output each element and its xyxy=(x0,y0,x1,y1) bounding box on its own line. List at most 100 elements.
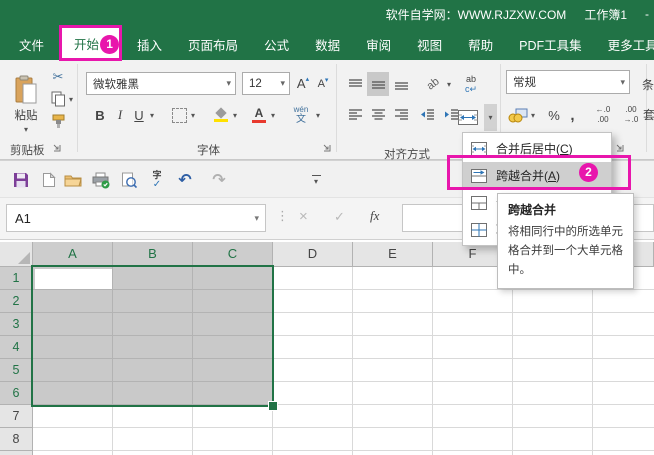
row-header-7[interactable]: 7 xyxy=(0,405,33,428)
shrink-font-icon: A xyxy=(317,77,325,90)
row-header-4[interactable]: 4 xyxy=(0,336,33,359)
number-format-arrow: ▾ xyxy=(620,76,625,87)
copy-button[interactable] xyxy=(48,90,68,108)
column-header-E[interactable]: E xyxy=(353,242,433,267)
undo-icon: ↶ xyxy=(178,172,192,189)
paste-dropdown-arrow[interactable]: ▾ xyxy=(24,125,28,134)
tab-help[interactable]: 帮助 xyxy=(455,28,506,60)
underline-button[interactable]: U xyxy=(130,102,148,128)
number-dialog-launcher-icon[interactable] xyxy=(615,143,624,152)
paste-button[interactable]: 粘贴 ▾ xyxy=(6,66,46,142)
shrink-mark: ▾ xyxy=(324,77,329,84)
font-color-dropdown-arrow[interactable]: ▾ xyxy=(271,111,275,120)
align-center-icon xyxy=(371,108,386,121)
font-name-combo[interactable]: 微软雅黑 ▾ xyxy=(86,72,236,95)
insert-function-icon[interactable]: fx xyxy=(370,208,379,224)
format-painter-button[interactable] xyxy=(48,112,68,130)
name-box-arrow[interactable]: ▾ xyxy=(254,213,259,224)
column-header-C[interactable]: C xyxy=(193,242,273,267)
open-folder-icon xyxy=(64,173,82,187)
align-right-button[interactable] xyxy=(390,102,412,126)
spelling-check-button[interactable]: 字 ✓ xyxy=(144,168,170,192)
wrap-text-button[interactable]: ab c↵ xyxy=(455,70,487,98)
tab-review[interactable]: 审阅 xyxy=(353,28,404,60)
align-left-button[interactable] xyxy=(344,102,366,126)
column-header-B[interactable]: B xyxy=(113,242,193,267)
decrease-decimal-button[interactable]: .00 →.0 xyxy=(618,102,644,128)
number-format-combo[interactable]: 常规 ▾ xyxy=(506,70,630,94)
tab-file[interactable]: 文件 xyxy=(6,28,57,60)
open-folder-button[interactable] xyxy=(62,168,84,192)
align-middle-button[interactable] xyxy=(367,72,389,96)
borders-button[interactable] xyxy=(168,102,190,128)
save-button[interactable] xyxy=(10,168,32,192)
orientation-button[interactable]: ab xyxy=(420,72,446,96)
font-color-button[interactable]: A xyxy=(248,102,270,128)
bold-button[interactable]: B xyxy=(90,102,110,128)
merge-center-button[interactable] xyxy=(453,104,483,131)
font-dialog-launcher-icon[interactable] xyxy=(322,143,331,152)
borders-dropdown-arrow[interactable]: ▾ xyxy=(191,111,195,120)
column-header-D[interactable]: D xyxy=(273,242,353,267)
printer-icon xyxy=(92,172,110,189)
fill-color-dropdown-arrow[interactable]: ▾ xyxy=(233,111,237,120)
tab-data[interactable]: 数据 xyxy=(302,28,353,60)
align-center-button[interactable] xyxy=(367,102,389,126)
shrink-font-button[interactable]: A ▾ xyxy=(314,72,332,95)
phonetic-dropdown-arrow[interactable]: ▾ xyxy=(316,111,320,120)
new-document-button[interactable] xyxy=(38,168,60,192)
print-preview-button[interactable] xyxy=(118,168,140,192)
select-all-corner[interactable] xyxy=(0,242,33,267)
paste-clipboard-icon xyxy=(13,75,39,105)
name-box[interactable]: A1 ▾ xyxy=(6,204,266,232)
enter-entry-icon[interactable]: ✓ xyxy=(334,209,345,225)
row-header-8[interactable]: 8 xyxy=(0,428,33,451)
tab-more-tools[interactable]: 更多工具 xyxy=(595,28,654,60)
formula-bar-grip-icon[interactable]: ⋮ xyxy=(276,208,289,224)
redo-button[interactable]: ↷ xyxy=(208,168,230,192)
grow-font-button[interactable]: A ▴ xyxy=(294,72,312,95)
tab-view[interactable]: 视图 xyxy=(404,28,455,60)
align-top-icon xyxy=(348,78,363,91)
merge-center-dropdown-arrow[interactable]: ▾ xyxy=(484,104,497,131)
decrease-indent-button[interactable] xyxy=(416,102,438,126)
tab-formulas[interactable]: 公式 xyxy=(251,28,302,60)
font-size-value: 12 xyxy=(249,77,262,90)
accounting-format-button[interactable] xyxy=(506,102,530,128)
selection-border xyxy=(31,265,274,407)
tab-page-layout[interactable]: 页面布局 xyxy=(175,28,251,60)
column-header-A[interactable]: A xyxy=(33,242,113,267)
clipboard-dialog-launcher-icon[interactable] xyxy=(52,143,61,152)
align-top-button[interactable] xyxy=(344,72,366,96)
phonetic-guide-button[interactable]: wén 文 xyxy=(288,102,314,128)
tab-insert[interactable]: 插入 xyxy=(124,28,175,60)
conditional-formatting-fragment[interactable]: 条 xyxy=(642,76,654,93)
row-header-3[interactable]: 3 xyxy=(0,313,33,336)
cancel-entry-icon[interactable]: × xyxy=(299,208,308,225)
italic-button[interactable]: I xyxy=(112,102,128,128)
tab-pdf-tools[interactable]: PDF工具集 xyxy=(506,28,595,60)
fill-color-button[interactable] xyxy=(210,102,232,128)
customize-qat-button[interactable]: ▾ xyxy=(308,168,324,192)
accounting-dropdown-arrow[interactable]: ▾ xyxy=(531,111,535,120)
row-header-9[interactable]: 9 xyxy=(0,451,33,455)
align-right-icon xyxy=(394,108,409,121)
orientation-dropdown-arrow[interactable]: ▾ xyxy=(447,80,451,89)
tab-home[interactable]: 开始 1 xyxy=(59,25,123,61)
comma-style-button[interactable]: , xyxy=(566,102,579,128)
row-header-1[interactable]: 1 xyxy=(0,267,33,290)
quick-print-button[interactable] xyxy=(90,168,112,192)
underline-dropdown-arrow[interactable]: ▾ xyxy=(150,111,154,120)
font-size-combo[interactable]: 12 ▾ xyxy=(242,72,290,95)
increase-decimal-button[interactable]: ←.0 .00 xyxy=(590,102,616,128)
row-header-2[interactable]: 2 xyxy=(0,290,33,313)
row-header-5[interactable]: 5 xyxy=(0,359,33,382)
format-as-table-fragment[interactable]: 套 xyxy=(643,106,654,123)
cut-button[interactable]: ✂ xyxy=(48,68,68,86)
row-header-6[interactable]: 6 xyxy=(0,382,33,405)
fill-handle[interactable] xyxy=(268,401,278,411)
align-bottom-button[interactable] xyxy=(390,72,412,96)
undo-button[interactable]: ↶ xyxy=(174,168,196,192)
percent-style-button[interactable]: % xyxy=(545,102,563,128)
copy-dropdown-arrow[interactable]: ▾ xyxy=(69,95,73,104)
